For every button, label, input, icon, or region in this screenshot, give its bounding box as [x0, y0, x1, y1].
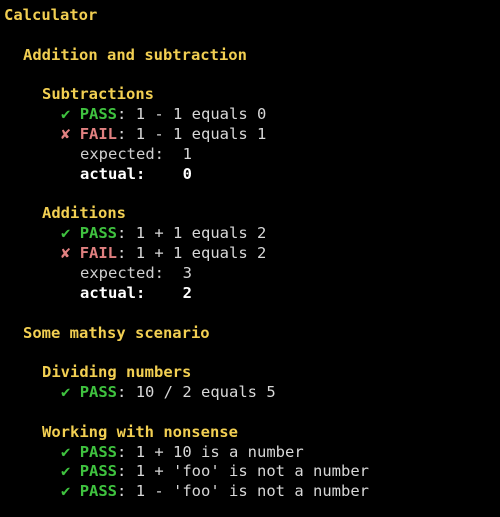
test-result-row: ✔ PASS: 1 - 'foo' is not a number	[4, 482, 500, 502]
test-result-row: ✔ PASS: 1 + 1 equals 2	[4, 224, 500, 244]
cross-icon: ✘	[61, 125, 71, 144]
check-icon: ✔	[61, 224, 71, 243]
colon: :	[117, 224, 136, 243]
group-title: Additions	[42, 204, 126, 223]
status-pass: PASS	[79, 224, 118, 243]
test-description: 1 - 'foo' is not a number	[135, 482, 369, 501]
test-result-row: ✘ FAIL: 1 + 1 equals 2	[4, 244, 500, 264]
cross-icon: ✘	[61, 244, 71, 263]
status-pass: PASS	[79, 482, 118, 501]
expected-row: expected: 1	[4, 145, 500, 165]
status-pass: PASS	[79, 462, 118, 481]
test-description: 10 / 2 equals 5	[135, 383, 276, 402]
status-pass: PASS	[79, 383, 118, 402]
page-title: Calculator	[4, 6, 98, 24]
test-description: 1 + 10 is a number	[135, 442, 304, 461]
test-result-row: ✘ FAIL: 1 - 1 equals 1	[4, 125, 500, 145]
actual-row: actual: 2	[4, 284, 500, 304]
colon: :	[117, 105, 136, 124]
colon: :	[117, 125, 136, 144]
terminal-output: Calculator Addition and subtraction Subt…	[0, 0, 500, 517]
actual-label: actual:	[80, 164, 146, 183]
group-title: Dividing numbers	[42, 363, 192, 382]
test-result-row: ✔ PASS: 10 / 2 equals 5	[4, 383, 500, 403]
status-pass: PASS	[79, 442, 118, 461]
test-result-row: ✔ PASS: 1 + 'foo' is not a number	[4, 462, 500, 482]
expected-value: 1	[182, 144, 193, 163]
test-description: 1 - 1 equals 1	[135, 125, 267, 144]
test-description: 1 + 'foo' is not a number	[135, 462, 369, 481]
status-pass: PASS	[79, 105, 118, 124]
actual-label: actual:	[80, 283, 146, 302]
test-result-row: ✔ PASS: 1 - 1 equals 0	[4, 105, 500, 125]
check-icon: ✔	[61, 482, 71, 501]
expected-row: expected: 3	[4, 264, 500, 284]
check-icon: ✔	[61, 383, 71, 402]
actual-value: 2	[182, 283, 192, 302]
expected-label: expected:	[80, 144, 164, 163]
group-title: Working with nonsense	[42, 422, 238, 441]
colon: :	[117, 482, 136, 501]
colon: :	[117, 383, 136, 402]
suite-title: Some mathsy scenario	[23, 323, 210, 342]
colon: :	[117, 442, 136, 461]
test-description: 1 + 1 equals 2	[135, 244, 267, 263]
suite-title: Addition and subtraction	[23, 45, 247, 64]
colon: :	[117, 462, 136, 481]
expected-label: expected:	[80, 263, 164, 282]
group-title: Subtractions	[42, 85, 154, 104]
status-fail: FAIL	[79, 125, 118, 144]
actual-value: 0	[182, 164, 192, 183]
actual-row: actual: 0	[4, 165, 500, 185]
status-fail: FAIL	[79, 244, 118, 263]
check-icon: ✔	[61, 462, 71, 481]
check-icon: ✔	[61, 442, 71, 461]
colon: :	[117, 244, 136, 263]
test-description: 1 - 1 equals 0	[135, 105, 267, 124]
check-icon: ✔	[61, 105, 71, 124]
expected-value: 3	[182, 263, 193, 282]
test-description: 1 + 1 equals 2	[135, 224, 267, 243]
test-result-row: ✔ PASS: 1 + 10 is a number	[4, 443, 500, 463]
